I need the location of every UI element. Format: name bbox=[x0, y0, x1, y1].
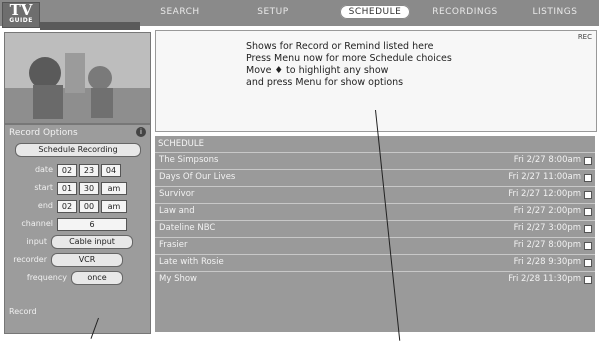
show-title: Days Of Our Lives bbox=[159, 172, 236, 182]
info-line: Shows for Record or Remind listed here bbox=[246, 41, 434, 52]
channel-value[interactable]: 6 bbox=[57, 218, 127, 231]
show-date: Fri 2/28 11:30pm bbox=[508, 274, 581, 284]
tab-listings[interactable]: LISTINGS bbox=[520, 5, 590, 19]
record-icon bbox=[584, 225, 592, 233]
recorder-label: recorder bbox=[13, 255, 47, 264]
input-select[interactable]: Cable input bbox=[51, 235, 133, 249]
show-date: Fri 2/27 3:00pm bbox=[513, 223, 581, 233]
show-title: The Simpsons bbox=[159, 155, 219, 165]
show-title: Law and bbox=[159, 206, 195, 216]
start-ampm[interactable]: am bbox=[101, 182, 127, 195]
date-day[interactable]: 23 bbox=[79, 164, 99, 177]
record-footer-label[interactable]: Record bbox=[9, 307, 49, 316]
show-date: Fri 2/27 8:00pm bbox=[513, 240, 581, 250]
show-title: Late with Rosie bbox=[159, 257, 224, 267]
frequency-select[interactable]: once bbox=[71, 271, 123, 285]
show-title: Frasier bbox=[159, 240, 188, 250]
record-icon bbox=[584, 157, 592, 165]
schedule-row[interactable]: Late with Rosie Fri 2/28 9:30pm bbox=[155, 254, 595, 271]
show-date: Fri 2/27 8:00am bbox=[513, 155, 581, 165]
date-year[interactable]: 04 bbox=[101, 164, 121, 177]
tab-search[interactable]: SEARCH bbox=[150, 5, 210, 19]
show-date: Fri 2/27 11:00am bbox=[508, 172, 581, 182]
schedule-row[interactable]: Frasier Fri 2/27 8:00pm bbox=[155, 237, 595, 254]
tab-schedule[interactable]: SCHEDULE bbox=[340, 5, 410, 19]
end-label: end bbox=[37, 201, 53, 210]
schedule-row[interactable]: Survivor Fri 2/27 12:00pm bbox=[155, 186, 595, 203]
schedule-row[interactable]: My Show Fri 2/28 11:30pm bbox=[155, 271, 595, 288]
info-icon[interactable]: i bbox=[136, 127, 146, 137]
channel-bar bbox=[40, 22, 140, 30]
end-minute[interactable]: 00 bbox=[79, 200, 99, 213]
schedule-header: SCHEDULE bbox=[158, 139, 204, 149]
tab-recordings[interactable]: RECORDINGS bbox=[425, 5, 505, 19]
end-hour[interactable]: 02 bbox=[57, 200, 77, 213]
schedule-row[interactable]: The Simpsons Fri 2/27 8:00am bbox=[155, 152, 595, 169]
start-label: start bbox=[34, 183, 53, 192]
tv-guide-screen: TV GUIDE SEARCH SETUP SCHEDULE RECORDING… bbox=[0, 0, 599, 341]
record-icon bbox=[584, 259, 592, 267]
video-preview-image bbox=[5, 33, 150, 123]
info-text: Shows for Record or Remind listed here P… bbox=[246, 41, 452, 89]
show-date: Fri 2/27 2:00pm bbox=[513, 206, 581, 216]
show-date: Fri 2/28 9:30pm bbox=[513, 257, 581, 267]
schedule-row[interactable]: Law and Fri 2/27 2:00pm bbox=[155, 203, 595, 220]
recorder-select[interactable]: VCR bbox=[51, 253, 123, 267]
start-minute[interactable]: 30 bbox=[79, 182, 99, 195]
record-icon bbox=[584, 276, 592, 284]
schedule-list: SCHEDULE The Simpsons Fri 2/27 8:00am Da… bbox=[155, 136, 595, 332]
info-line: Move ♦ to highlight any show bbox=[246, 65, 389, 76]
end-ampm[interactable]: am bbox=[101, 200, 127, 213]
show-title: Survivor bbox=[159, 189, 195, 199]
record-icon bbox=[584, 191, 592, 199]
record-icon bbox=[584, 242, 592, 250]
channel-label: channel bbox=[21, 219, 53, 228]
record-icon bbox=[584, 208, 592, 216]
show-title: Dateline NBC bbox=[159, 223, 216, 233]
date-month[interactable]: 02 bbox=[57, 164, 77, 177]
input-label: input bbox=[26, 237, 47, 246]
info-line: Press Menu now for more Schedule choices bbox=[246, 53, 452, 64]
schedule-row[interactable]: Days Of Our Lives Fri 2/27 11:00am bbox=[155, 169, 595, 186]
record-icon bbox=[584, 174, 592, 182]
schedule-row[interactable]: Dateline NBC Fri 2/27 3:00pm bbox=[155, 220, 595, 237]
record-options-panel: Record Options i Schedule Recording date… bbox=[4, 124, 151, 334]
show-title: My Show bbox=[159, 274, 198, 284]
tv-guide-logo: TV GUIDE bbox=[2, 2, 40, 28]
rec-badge: REC bbox=[577, 33, 592, 41]
record-options-title: Record Options bbox=[9, 128, 78, 138]
info-line: and press Menu for show options bbox=[246, 77, 404, 88]
schedule-recording-button[interactable]: Schedule Recording bbox=[15, 143, 141, 157]
video-preview bbox=[4, 32, 151, 124]
frequency-label: frequency bbox=[26, 273, 67, 282]
logo-subtext: GUIDE bbox=[9, 17, 33, 24]
show-date: Fri 2/27 12:00pm bbox=[508, 189, 581, 199]
start-hour[interactable]: 01 bbox=[57, 182, 77, 195]
tab-setup[interactable]: SETUP bbox=[243, 5, 303, 19]
date-label: date bbox=[34, 165, 53, 174]
